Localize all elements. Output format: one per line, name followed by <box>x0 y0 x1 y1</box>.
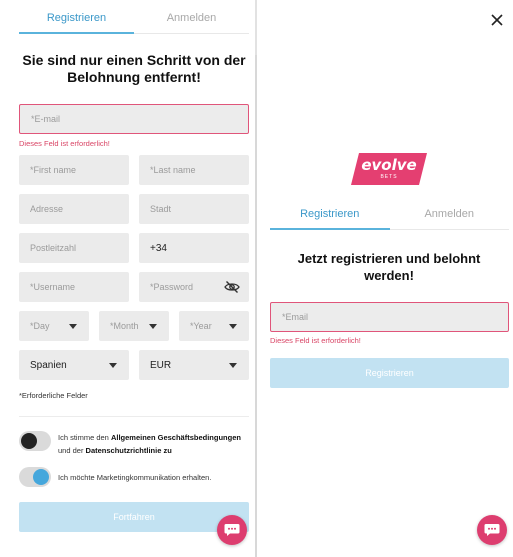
city-field[interactable]: Stadt <box>139 194 249 224</box>
scrollbar-track[interactable] <box>255 55 257 557</box>
currency-select[interactable]: EUR <box>139 350 249 380</box>
birth-year-select[interactable]: *Year <box>179 311 249 341</box>
email-error-message-right: Dieses Feld ist erforderlich! <box>270 336 361 345</box>
logo-word: evolve <box>361 156 417 174</box>
tab-login[interactable]: Anmelden <box>134 0 249 34</box>
password-placeholder: *Password <box>150 282 194 292</box>
divider <box>19 416 249 417</box>
continue-button[interactable]: Fortfahren <box>19 502 249 532</box>
chat-button-right[interactable] <box>477 515 507 545</box>
birth-month-select[interactable]: *Month <box>99 311 169 341</box>
email-field[interactable]: *E-mail <box>19 104 249 134</box>
toggle-knob <box>33 469 49 485</box>
username-placeholder: *Username <box>30 282 76 292</box>
evolve-bets-logo: evolve BETS <box>351 153 427 185</box>
phone-prefix: +34 <box>150 242 167 254</box>
address-field[interactable]: Adresse <box>19 194 129 224</box>
last-name-placeholder: *Last name <box>150 165 196 175</box>
phone-field[interactable]: +34 <box>139 233 249 263</box>
chat-bubble-icon <box>224 524 240 536</box>
first-name-placeholder: *First name <box>30 165 77 175</box>
eye-slash-icon[interactable] <box>224 280 240 294</box>
auth-tabs-right: Registrieren Anmelden <box>270 196 509 230</box>
postcode-field[interactable]: Postleitzahl <box>19 233 129 263</box>
logo-sub: BETS <box>380 174 398 180</box>
tab-register[interactable]: Registrieren <box>270 196 390 230</box>
chat-button[interactable] <box>217 515 247 545</box>
currency-value: EUR <box>150 359 172 371</box>
privacy-link[interactable]: Datenschutzrichtlinie zu <box>86 446 172 455</box>
birth-day-placeholder: *Day <box>30 321 50 331</box>
chat-bubble-icon <box>484 524 500 536</box>
birth-year-placeholder: *Year <box>190 321 212 331</box>
tab-register[interactable]: Registrieren <box>19 0 134 34</box>
username-field[interactable]: *Username <box>19 272 129 302</box>
chevron-down-icon <box>229 324 237 329</box>
email-error-message: Dieses Feld ist erforderlich! <box>19 139 110 148</box>
tab-login[interactable]: Anmelden <box>389 196 509 230</box>
chevron-down-icon <box>109 363 117 368</box>
chevron-down-icon <box>69 324 77 329</box>
email-placeholder: *E-mail <box>31 114 61 124</box>
email-placeholder: *Email <box>282 312 309 322</box>
terms-text-2: und der <box>58 446 86 455</box>
terms-toggle[interactable] <box>19 431 51 451</box>
address-placeholder: Adresse <box>30 204 64 214</box>
country-select[interactable]: Spanien <box>19 350 129 380</box>
registration-panel-left: Registrieren Anmelden Sie sind nur einen… <box>0 0 257 557</box>
country-value: Spanien <box>30 359 67 371</box>
terms-text-1: Ich stimme den <box>58 433 111 442</box>
terms-link[interactable]: Allgemeinen Geschäftsbedingungen <box>111 433 241 442</box>
birth-month-placeholder: *Month <box>110 321 139 331</box>
toggle-knob <box>21 433 37 449</box>
page-title-right: Jetzt registrieren und belohnt werden! <box>297 251 481 283</box>
password-field[interactable]: *Password <box>139 272 249 302</box>
last-name-field[interactable]: *Last name <box>139 155 249 185</box>
email-field-right[interactable]: *Email <box>270 302 509 332</box>
chevron-down-icon <box>149 324 157 329</box>
page-title: Sie sind nur einen Schritt von der Beloh… <box>22 52 246 85</box>
auth-tabs: Registrieren Anmelden <box>19 0 249 34</box>
marketing-consent-text: Ich möchte Marketingkommunikation erhalt… <box>58 473 212 482</box>
chevron-down-icon <box>229 363 237 368</box>
required-fields-note: *Erforderliche Felder <box>19 391 88 400</box>
register-button[interactable]: Registrieren <box>270 358 509 388</box>
marketing-toggle[interactable] <box>19 467 51 487</box>
first-name-field[interactable]: *First name <box>19 155 129 185</box>
birth-day-select[interactable]: *Day <box>19 311 89 341</box>
city-placeholder: Stadt <box>150 204 172 214</box>
close-icon[interactable] <box>490 13 504 27</box>
terms-consent-text: Ich stimme den Allgemeinen Geschäftsbedi… <box>58 431 254 457</box>
postcode-placeholder: Postleitzahl <box>30 243 77 253</box>
